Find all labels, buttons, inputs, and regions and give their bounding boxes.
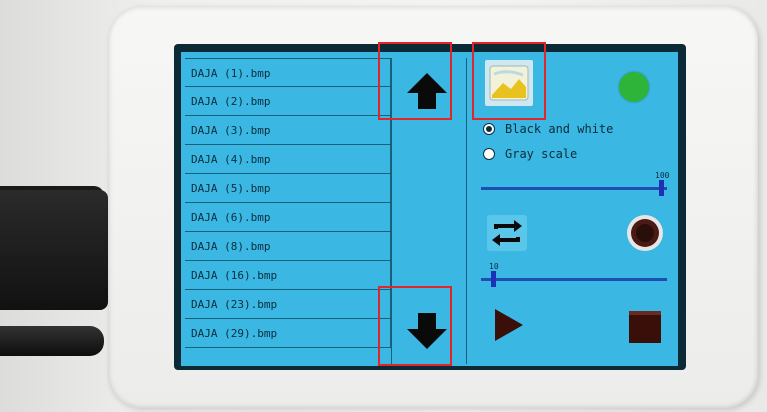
mode-option-gray[interactable]: Gray scale (483, 147, 577, 161)
mode-label-bw: Black and white (505, 122, 614, 136)
repeat-button[interactable] (483, 210, 531, 256)
threshold-slider[interactable]: 100 (481, 171, 669, 196)
file-item[interactable]: DAJA (2).bmp (185, 87, 391, 116)
highlight-scroll-down (378, 286, 452, 366)
repeat-icon (487, 215, 527, 251)
file-list: DAJA (1).bmp DAJA (2).bmp DAJA (3).bmp D… (185, 58, 391, 358)
stop-icon (629, 311, 661, 343)
file-item[interactable]: DAJA (16).bmp (185, 261, 391, 290)
file-item[interactable]: DAJA (29).bmp (185, 319, 391, 348)
status-indicator-icon (619, 72, 649, 102)
file-item[interactable]: DAJA (6).bmp (185, 203, 391, 232)
highlight-image-preview (472, 42, 546, 120)
play-button[interactable] (483, 302, 531, 348)
slider-value-label: 100 (655, 171, 670, 180)
slider-value-label: 10 (489, 262, 499, 271)
file-item[interactable]: DAJA (1).bmp (185, 58, 391, 87)
slider-thumb[interactable] (491, 271, 496, 287)
file-item[interactable]: DAJA (23).bmp (185, 290, 391, 319)
file-item[interactable]: DAJA (4).bmp (185, 145, 391, 174)
radio-checked[interactable] (483, 123, 495, 135)
speed-slider[interactable]: 10 (481, 262, 667, 287)
rotate-icon (627, 215, 663, 251)
highlight-scroll-up (378, 42, 452, 120)
file-item[interactable]: DAJA (8).bmp (185, 232, 391, 261)
cable-connector-bottom (0, 326, 104, 356)
play-icon (495, 309, 523, 341)
slider-thumb[interactable] (659, 180, 664, 196)
mode-label-gray: Gray scale (505, 147, 578, 161)
file-item[interactable]: DAJA (3).bmp (185, 116, 391, 145)
radio-unchecked[interactable] (483, 148, 495, 160)
rotate-button[interactable] (621, 210, 669, 256)
cable-block (0, 190, 108, 310)
mode-option-bw[interactable]: Black and white (483, 122, 613, 136)
file-item[interactable]: DAJA (5).bmp (185, 174, 391, 203)
stop-button[interactable] (621, 304, 669, 350)
